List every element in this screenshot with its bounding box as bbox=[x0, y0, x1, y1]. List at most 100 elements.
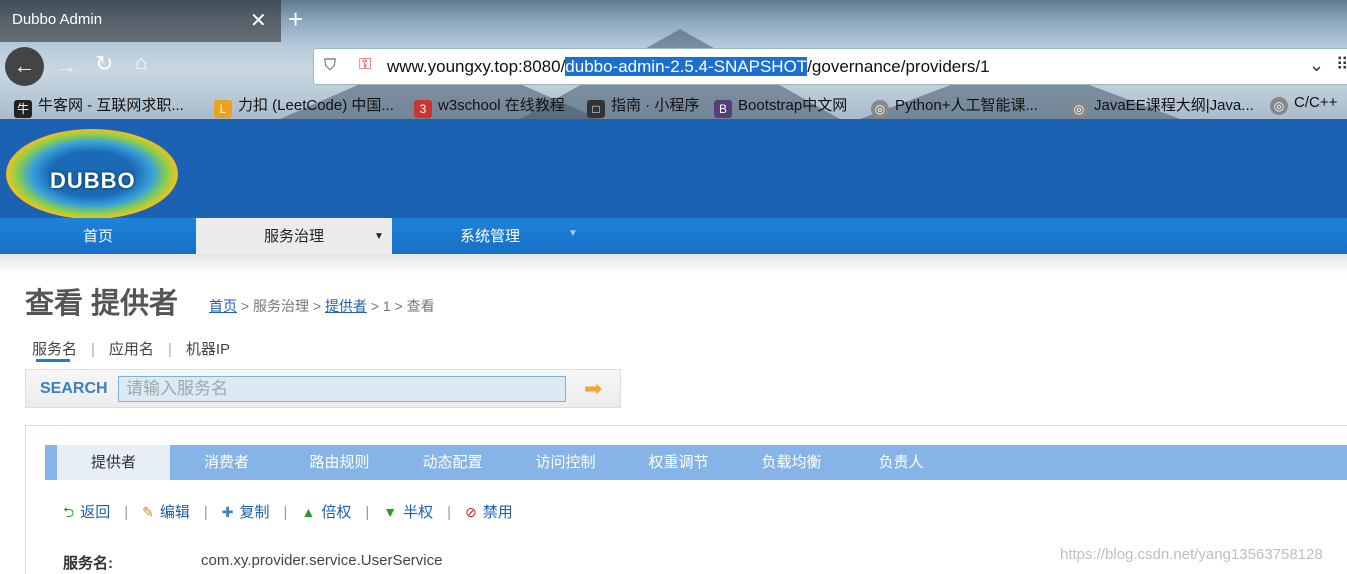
back-button[interactable]: ⮌ 返回 bbox=[63, 501, 110, 526]
breadcrumb-section: 服务治理 bbox=[252, 298, 309, 314]
tab-owners[interactable]: 负责人 bbox=[848, 445, 954, 480]
action-separator: | bbox=[203, 504, 208, 521]
menu-item-label: 首页 bbox=[82, 228, 113, 245]
active-filter-indicator bbox=[36, 359, 70, 362]
action-label: 倍权 bbox=[321, 504, 352, 521]
insecure-lock-icon[interactable]: ⚿ bbox=[359, 56, 371, 74]
double-weight-button[interactable]: ▲ 倍权 bbox=[301, 501, 351, 522]
reload-icon[interactable]: ↻ bbox=[95, 51, 113, 77]
url-text[interactable]: www.youngxy.top:8080/dubbo-admin-2.5.4-S… bbox=[387, 57, 990, 77]
filter-tab-machine-ip[interactable]: 机器IP bbox=[186, 338, 230, 359]
menu-item-label: 服务治理 bbox=[263, 228, 324, 245]
breadcrumb-home-link[interactable]: 首页 bbox=[209, 298, 237, 314]
search-label: SEARCH bbox=[40, 380, 108, 397]
bookmark-python[interactable]: ◎ Python+人工智能课... bbox=[871, 94, 1038, 118]
browser-tab[interactable]: Dubbo Admin ✕ bbox=[0, 0, 281, 42]
bookmarks-bar: 牛牛客网 - 互联网求职... L 力扣 (LeetCode) 中国... 3 w3… bbox=[0, 90, 1347, 118]
action-separator: | bbox=[447, 504, 452, 521]
breadcrumb-separator: > bbox=[308, 298, 325, 314]
tab-dynamic-config[interactable]: 动态配置 bbox=[396, 445, 509, 480]
pencil-icon: ✎ bbox=[142, 504, 154, 520]
menu-item-governance[interactable]: 服务治理 ▼ bbox=[196, 218, 392, 254]
new-tab-icon[interactable]: + bbox=[288, 4, 303, 35]
shield-icon[interactable]: ⛉ bbox=[324, 57, 336, 75]
browser-chrome: Dubbo Admin ✕ + ← → ↻ ⌂ ⛉ ⚿ www.youngxy.… bbox=[0, 0, 1347, 119]
action-separator: | bbox=[283, 504, 288, 521]
filter-separator: | bbox=[91, 341, 95, 358]
globe-icon: ◎ bbox=[1070, 100, 1088, 118]
breadcrumb-providers-link[interactable]: 提供者 bbox=[325, 298, 367, 314]
nowcoder-icon: 牛 bbox=[14, 100, 32, 118]
menu-item-system[interactable]: 系统管理 ▼ bbox=[392, 218, 588, 254]
close-tab-icon[interactable]: ✕ bbox=[250, 8, 267, 33]
back-icon: ⮌ bbox=[63, 504, 75, 520]
action-separator: | bbox=[365, 504, 370, 521]
forbid-icon: ⊘ bbox=[465, 504, 477, 520]
detail-tabs: 提供者 消费者 路由规则 动态配置 访问控制 权重调节 负载均衡 负责人 bbox=[45, 445, 1347, 480]
url-selected: dubbo-admin-2.5.4-SNAPSHOT bbox=[565, 57, 808, 76]
address-bar[interactable]: ⛉ ⚿ www.youngxy.top:8080/dubbo-admin-2.5… bbox=[313, 48, 1347, 85]
tab-load-balance[interactable]: 负载均衡 bbox=[735, 445, 848, 480]
bookmark-label: JavaEE课程大纲|Java... bbox=[1094, 97, 1254, 114]
bookmark-leetcode[interactable]: L 力扣 (LeetCode) 中国... bbox=[214, 94, 394, 118]
bookmark-label: 力扣 (LeetCode) 中国... bbox=[238, 97, 394, 114]
book-icon: □ bbox=[587, 100, 605, 118]
action-label: 复制 bbox=[239, 504, 270, 521]
logo-text: DUBBO bbox=[50, 168, 136, 193]
breadcrumb-tail: > 1 > 查看 bbox=[366, 298, 435, 314]
watermark: https://blog.csdn.net/yang13563758128 bbox=[1060, 546, 1323, 563]
back-icon[interactable]: ← bbox=[5, 47, 44, 86]
tab-providers[interactable]: 提供者 bbox=[57, 445, 170, 480]
action-label: 半权 bbox=[403, 504, 434, 521]
action-label: 编辑 bbox=[159, 504, 190, 521]
forward-icon[interactable]: → bbox=[55, 53, 77, 79]
action-label: 返回 bbox=[80, 504, 111, 521]
edit-button[interactable]: ✎ 编辑 bbox=[142, 501, 190, 522]
bookmark-javaee[interactable]: ◎ JavaEE课程大纲|Java... bbox=[1070, 94, 1254, 118]
tab-consumers[interactable]: 消费者 bbox=[170, 445, 283, 480]
copy-icon: ✚ bbox=[221, 504, 234, 520]
bookmark-nowcoder[interactable]: 牛牛客网 - 互联网求职... bbox=[14, 94, 184, 118]
search-arrow-icon[interactable]: ➡ bbox=[584, 376, 602, 402]
arrow-down-icon: ▼ bbox=[383, 504, 398, 520]
menu-item-label: 系统管理 bbox=[459, 228, 520, 245]
action-bar: ⮌ 返回 | ✎ 编辑 | ✚ 复制 | ▲ 倍权 | ▼ 半权 | ⊘ 禁用 bbox=[63, 501, 513, 526]
globe-icon: ◎ bbox=[871, 100, 889, 118]
leetcode-icon: L bbox=[214, 100, 232, 118]
filter-separator: | bbox=[167, 341, 172, 358]
site-header: DUBBO bbox=[0, 119, 1347, 219]
menu-shadow bbox=[0, 254, 1347, 274]
main-menu: 首页 服务治理 ▼ 系统管理 ▼ bbox=[0, 218, 1347, 254]
bookmark-cpp[interactable]: ◎ C/C++ bbox=[1270, 94, 1337, 115]
bookmark-label: w3school 在线教程 bbox=[438, 97, 565, 114]
action-separator: | bbox=[124, 504, 129, 521]
breadcrumb: 首页 > 服务治理 > 提供者 > 1 > 查看 bbox=[209, 296, 435, 316]
extensions-icon[interactable]: ⠿ bbox=[1336, 55, 1347, 75]
tab-access-control[interactable]: 访问控制 bbox=[509, 445, 622, 480]
search-filter-tabs: 服务名 | 应用名 | 机器IP bbox=[32, 338, 230, 359]
dropdown-arrow-icon: ▼ bbox=[568, 228, 578, 239]
url-host: www.youngxy.top:8080/ bbox=[387, 57, 566, 76]
search-input[interactable] bbox=[118, 376, 566, 402]
search-box: SEARCH ➡ bbox=[25, 369, 621, 408]
menu-item-home[interactable]: 首页 bbox=[0, 218, 196, 254]
bookmark-w3school[interactable]: 3 w3school 在线教程 bbox=[414, 94, 565, 118]
dubbo-logo[interactable]: DUBBO bbox=[6, 129, 178, 219]
disable-button[interactable]: ⊘ 禁用 bbox=[465, 501, 513, 522]
half-weight-button[interactable]: ▼ 半权 bbox=[383, 501, 433, 522]
tab-routes[interactable]: 路由规则 bbox=[283, 445, 396, 480]
home-icon[interactable]: ⌂ bbox=[135, 52, 147, 75]
bookmark-bootstrap[interactable]: B Bootstrap中文网 bbox=[714, 94, 847, 118]
bookmark-label: 牛客网 - 互联网求职... bbox=[38, 97, 184, 114]
filter-tab-service-name[interactable]: 服务名 bbox=[32, 338, 77, 359]
bookmark-miniprogram[interactable]: □ 指南 · 小程序 bbox=[587, 94, 699, 118]
url-rest: /governance/providers/1 bbox=[807, 57, 990, 76]
globe-icon: ◎ bbox=[1270, 97, 1288, 115]
w3school-icon: 3 bbox=[414, 100, 432, 118]
chevron-down-icon[interactable]: ⌄ bbox=[1309, 55, 1324, 76]
tab-title: Dubbo Admin bbox=[12, 11, 103, 28]
copy-button[interactable]: ✚ 复制 bbox=[222, 501, 270, 522]
arrow-up-icon: ▲ bbox=[301, 504, 316, 520]
tab-weights[interactable]: 权重调节 bbox=[622, 445, 735, 480]
filter-tab-app-name[interactable]: 应用名 bbox=[109, 338, 154, 359]
